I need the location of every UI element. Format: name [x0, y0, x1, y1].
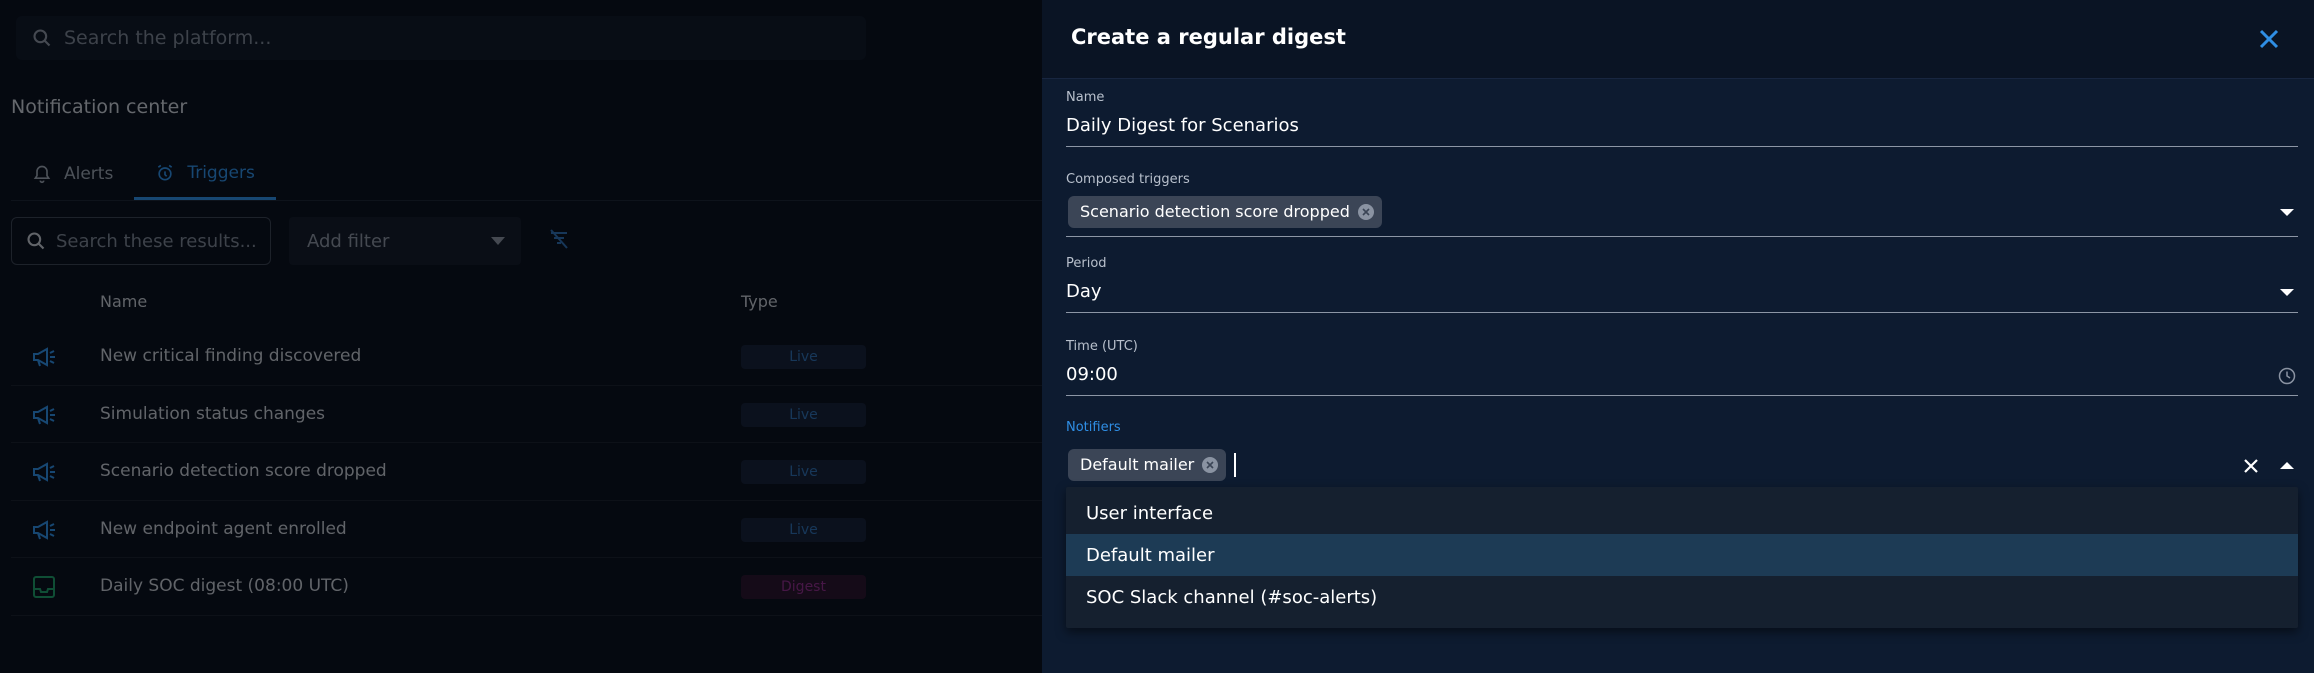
time-label: Time (UTC)	[1066, 339, 1138, 354]
table-row[interactable]: New endpoint agent enrolled Live	[11, 501, 1042, 558]
tab-bar: Alerts Triggers	[11, 148, 1042, 201]
option-label: User interface	[1086, 502, 1214, 524]
tab-triggers-label: Triggers	[187, 162, 255, 183]
notifier-chip[interactable]: Default mailer	[1068, 448, 1227, 481]
megaphone-icon	[33, 347, 55, 367]
results-search-input[interactable]	[56, 230, 256, 252]
notifier-chip-label: Default mailer	[1080, 455, 1195, 474]
time-field: Time (UTC) 09:00	[1066, 339, 2298, 396]
drawer-title: Create a regular digest	[1071, 25, 1346, 49]
table-row[interactable]: New critical finding discovered Live	[11, 328, 1042, 386]
bell-icon	[33, 165, 51, 184]
time-value: 09:00	[1066, 364, 1118, 385]
notification-center-page: Notification center Alerts Triggers	[0, 0, 1042, 673]
row-name: Scenario detection score dropped	[100, 461, 387, 481]
option-label: Default mailer	[1086, 544, 1215, 566]
text-cursor	[1234, 452, 1237, 477]
composed-triggers-label: Composed triggers	[1066, 172, 1190, 187]
period-value: Day	[1066, 281, 1102, 302]
row-name: Simulation status changes	[100, 403, 326, 424]
table-header: Name Type	[0, 282, 1042, 322]
row-name: Daily SOC digest (08:00 UTC)	[100, 576, 349, 596]
table-row[interactable]: Daily SOC digest (08:00 UTC) Digest	[11, 558, 1042, 616]
table-row[interactable]: Simulation status changes Live	[11, 386, 1042, 443]
name-value: Daily Digest for Scenarios	[1066, 115, 1299, 136]
page-title: Notification center	[11, 96, 188, 118]
period-label: Period	[1066, 256, 1107, 271]
period-field: Period Day	[1066, 256, 2298, 313]
tab-triggers[interactable]: Triggers	[134, 148, 276, 200]
type-badge: Live	[741, 460, 866, 484]
composed-triggers-select[interactable]: Scenario detection score dropped	[1066, 187, 2298, 237]
add-filter-label: Add filter	[307, 230, 390, 252]
row-name: New critical finding discovered	[100, 346, 362, 366]
composed-triggers-field: Composed triggers Scenario detection sco…	[1066, 172, 2298, 237]
filter-bar: Add filter	[11, 217, 579, 265]
search-icon	[33, 29, 51, 47]
notifiers-label: Notifiers	[1066, 420, 1121, 435]
megaphone-icon	[33, 462, 55, 482]
platform-search-input[interactable]	[64, 27, 824, 49]
alarm-icon	[158, 164, 173, 180]
table-row[interactable]: Scenario detection score dropped Live	[11, 443, 1042, 501]
type-badge: Live	[741, 402, 866, 427]
time-input[interactable]: 09:00	[1066, 354, 2298, 396]
column-type[interactable]: Type	[741, 292, 778, 311]
megaphone-icon	[33, 519, 55, 540]
name-input[interactable]: Daily Digest for Scenarios	[1066, 105, 2298, 147]
add-filter-select[interactable]: Add filter	[289, 217, 521, 265]
caret-down-icon[interactable]	[2280, 209, 2294, 216]
row-name: New endpoint agent enrolled	[100, 518, 347, 539]
triggers-list: New critical finding discovered Live Sim…	[11, 328, 1042, 616]
name-field: Name Daily Digest for Scenarios	[1066, 90, 2298, 147]
create-digest-drawer: Create a regular digest Name Daily Diges…	[1042, 0, 2314, 673]
close-icon[interactable]	[2254, 24, 2284, 54]
tab-alerts[interactable]: Alerts	[11, 148, 134, 200]
inbox-icon	[33, 576, 55, 598]
column-name[interactable]: Name	[100, 292, 147, 311]
search-icon	[27, 232, 45, 250]
period-select[interactable]: Day	[1066, 271, 2298, 313]
name-label: Name	[1066, 90, 1105, 105]
chip-remove-icon[interactable]	[1357, 203, 1374, 220]
trigger-chip[interactable]: Scenario detection score dropped	[1068, 195, 1382, 228]
megaphone-icon	[33, 404, 55, 425]
option-soc-slack[interactable]: SOC Slack channel (#soc-alerts)	[1066, 576, 2298, 618]
clear-filters-button[interactable]	[539, 227, 579, 255]
type-badge: Live	[741, 517, 866, 542]
type-badge: Digest	[741, 575, 866, 599]
drawer-header: Create a regular digest	[1042, 0, 2314, 79]
caret-down-icon	[491, 237, 505, 245]
caret-down-icon[interactable]	[2280, 289, 2294, 296]
notifiers-dropdown: User interface Default mailer SOC Slack …	[1066, 487, 2298, 628]
clock-icon[interactable]	[2278, 367, 2296, 385]
platform-search-bar[interactable]	[16, 16, 866, 60]
type-badge: Live	[741, 345, 866, 369]
caret-up-icon[interactable]	[2280, 462, 2294, 469]
option-user-interface[interactable]: User interface	[1066, 492, 2298, 534]
trigger-chip-label: Scenario detection score dropped	[1080, 202, 1350, 221]
option-label: SOC Slack channel (#soc-alerts)	[1086, 586, 1378, 608]
filter-off-icon	[550, 229, 568, 249]
option-default-mailer[interactable]: Default mailer	[1066, 534, 2298, 576]
chip-remove-icon[interactable]	[1202, 456, 1219, 473]
results-search[interactable]	[11, 217, 271, 265]
clear-icon[interactable]	[2240, 455, 2262, 477]
tab-alerts-label: Alerts	[64, 164, 114, 184]
notifiers-field: Notifiers Default mailer	[1066, 420, 2298, 496]
